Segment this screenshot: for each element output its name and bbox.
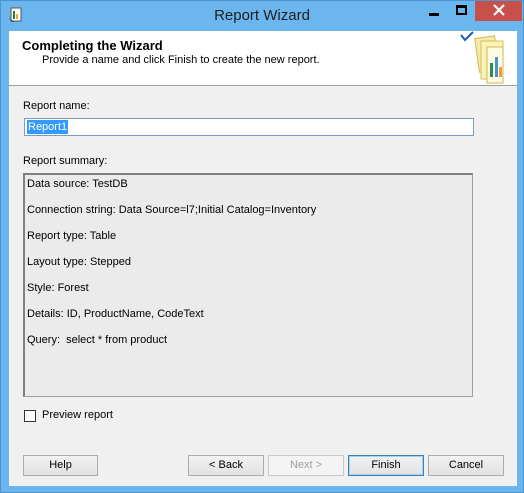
- finish-button[interactable]: Finish: [348, 455, 424, 476]
- report-summary-box[interactable]: Data source: TestDB Connection string: D…: [23, 173, 473, 397]
- wizard-body: Completing the Wizard Provide a name and…: [9, 31, 517, 486]
- summary-data-source: Data source: TestDB: [27, 178, 128, 190]
- next-button[interactable]: Next >: [268, 455, 344, 476]
- cancel-button[interactable]: Cancel: [428, 455, 504, 476]
- report-documents-graphic: [460, 31, 504, 84]
- report-name-value: Report1: [27, 120, 69, 134]
- summary-style: Style: Forest: [27, 282, 89, 294]
- summary-connection-string: Connection string: Data Source=l7;Initia…: [27, 204, 317, 216]
- report-name-input[interactable]: Report1: [24, 118, 474, 136]
- back-button[interactable]: < Back: [188, 455, 264, 476]
- report-wizard-window: Report Wizard Completing the Wizard Prov…: [0, 0, 524, 493]
- close-icon: [493, 4, 505, 16]
- minimize-button[interactable]: [420, 1, 448, 21]
- report-name-label: Report name:: [23, 100, 90, 112]
- minimize-icon: [429, 13, 439, 16]
- preview-report-checkbox[interactable]: [24, 410, 36, 422]
- report-summary-label: Report summary:: [23, 155, 108, 167]
- summary-details: Details: ID, ProductName, CodeText: [27, 308, 204, 320]
- title-bar[interactable]: Report Wizard: [1, 1, 523, 31]
- summary-layout-type: Layout type: Stepped: [27, 256, 131, 268]
- maximize-icon: [456, 5, 467, 15]
- page-title: Completing the Wizard: [22, 38, 163, 53]
- page-subtitle: Provide a name and click Finish to creat…: [42, 54, 320, 66]
- wizard-header: Completing the Wizard Provide a name and…: [9, 31, 517, 86]
- preview-report-label[interactable]: Preview report: [42, 409, 113, 421]
- help-button[interactable]: Help: [23, 455, 98, 476]
- close-button[interactable]: [475, 1, 522, 21]
- summary-query: Query: select * from product: [27, 334, 167, 346]
- summary-report-type: Report type: Table: [27, 230, 117, 242]
- maximize-button[interactable]: [448, 1, 475, 21]
